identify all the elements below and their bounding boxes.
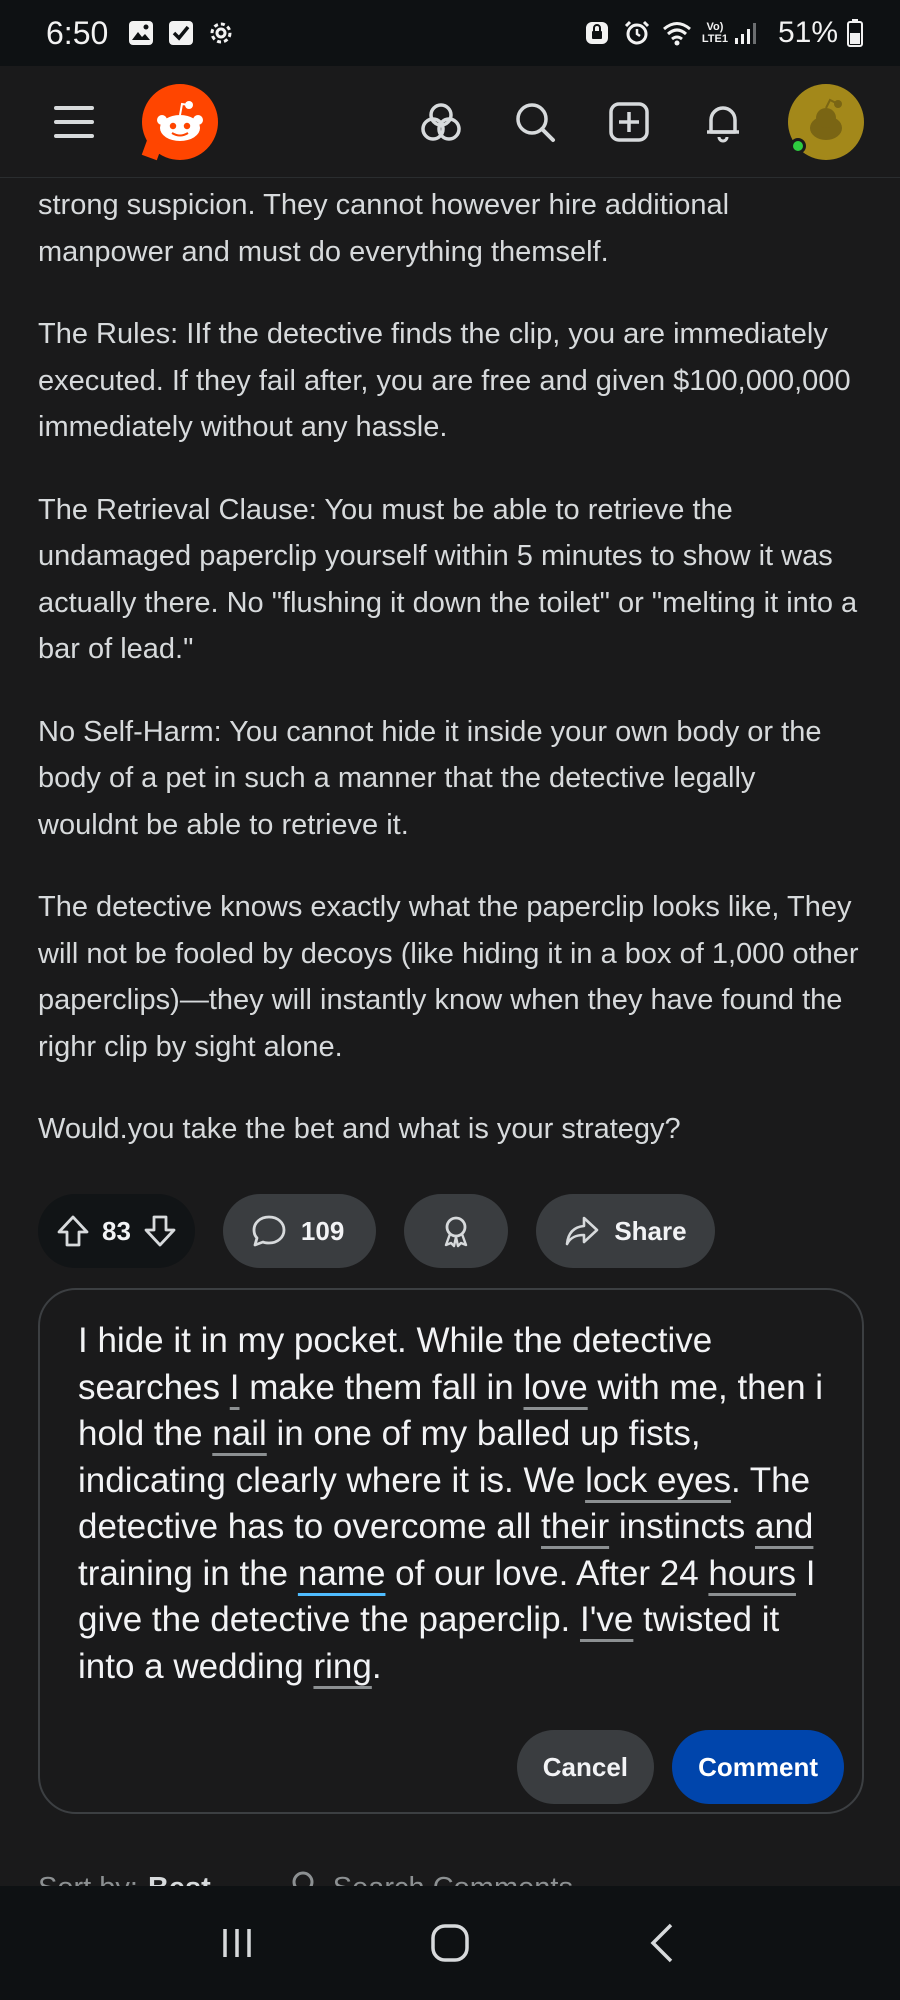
- downvote-icon[interactable]: [143, 1214, 177, 1248]
- vote-count: 83: [102, 1215, 131, 1246]
- flagged-word: name: [297, 1553, 386, 1593]
- alarm-icon: [622, 18, 652, 48]
- create-post-icon[interactable]: [604, 97, 654, 147]
- comments-button[interactable]: 109: [222, 1194, 377, 1268]
- network-type: Vo) LTE1: [702, 21, 728, 45]
- flagged-word: nail: [212, 1414, 267, 1453]
- comment-count: 109: [300, 1215, 345, 1246]
- search-comments[interactable]: Search Comments: [291, 1870, 573, 1886]
- comment-text-segment: instincts: [609, 1507, 755, 1546]
- reddit-logo[interactable]: [142, 83, 218, 160]
- share-arrow-icon: [564, 1215, 600, 1247]
- back-icon[interactable]: [633, 1913, 693, 1973]
- checkbox-notification-icon: [166, 18, 196, 48]
- vote-control: 83: [38, 1194, 195, 1268]
- comment-submit-button[interactable]: Comment: [672, 1730, 844, 1804]
- notifications-icon[interactable]: [698, 97, 748, 147]
- award-button[interactable]: [404, 1194, 509, 1268]
- post-paragraph: Would.you take the bet and what is your …: [38, 1113, 681, 1145]
- share-label: Share: [614, 1215, 687, 1246]
- battery-icon: [846, 18, 864, 48]
- app-header: [0, 66, 900, 178]
- search-comments-icon: [291, 1870, 319, 1886]
- recent-apps-icon[interactable]: [207, 1913, 267, 1973]
- comment-bubble-icon: [251, 1214, 287, 1248]
- lock-app-icon: [582, 18, 612, 48]
- cancel-button[interactable]: Cancel: [516, 1730, 654, 1804]
- post-body: strong suspicion. They cannot however hi…: [0, 182, 900, 1153]
- comment-composer[interactable]: I hide it in my pocket. While the detect…: [38, 1288, 864, 1814]
- sort-dropdown[interactable]: Best: [148, 1872, 211, 1887]
- post-content-area: strong suspicion. They cannot however hi…: [0, 178, 900, 1886]
- comment-sort-bar: Sort by: Best Search Comments: [38, 1870, 573, 1886]
- flagged-word: their: [541, 1507, 610, 1546]
- avatar[interactable]: [788, 83, 864, 160]
- comment-input[interactable]: I hide it in my pocket. While the detect…: [78, 1318, 838, 1690]
- system-nav-bar: [0, 1886, 900, 2000]
- post-paragraph: No Self-Harm: You cannot hide it inside …: [38, 715, 822, 841]
- gallery-icon: [126, 18, 156, 48]
- flagged-word: love: [523, 1367, 588, 1407]
- network-lte-label: LTE1: [701, 33, 728, 45]
- status-time: 6:50: [46, 14, 109, 51]
- comment-text-segment: make them fall in: [239, 1367, 524, 1407]
- flagged-word: and: [755, 1507, 814, 1546]
- comment-text-segment: training in the: [78, 1553, 298, 1593]
- network-volte-label: Vo): [706, 21, 724, 33]
- signal-strength-icon: [732, 18, 762, 48]
- post-paragraph: The detective knows exactly what the pap…: [38, 891, 859, 1063]
- share-button[interactable]: Share: [536, 1194, 715, 1268]
- settings-gear-icon: [206, 18, 236, 48]
- wifi-icon: [662, 18, 692, 48]
- menu-icon[interactable]: [52, 100, 96, 144]
- award-icon: [439, 1214, 473, 1248]
- status-bar: 6:50 Vo) LTE1 51%: [0, 0, 900, 66]
- communities-icon[interactable]: [416, 97, 466, 147]
- post-paragraph: strong suspicion. They cannot however hi…: [38, 189, 730, 268]
- post-action-bar: 83 109 Share: [38, 1194, 743, 1268]
- post-paragraph: The Retrieval Clause: You must be able t…: [38, 493, 858, 666]
- flagged-word: hours: [708, 1553, 796, 1593]
- comment-text-segment: .: [371, 1646, 382, 1686]
- search-icon[interactable]: [510, 97, 560, 147]
- upvote-icon[interactable]: [56, 1214, 90, 1248]
- search-comments-label: Search Comments: [333, 1872, 573, 1887]
- flagged-word: lock eyes: [585, 1460, 731, 1500]
- online-indicator-icon: [790, 137, 806, 154]
- battery-percentage: 51%: [777, 16, 838, 49]
- home-icon[interactable]: [420, 1913, 480, 1973]
- sort-label: Sort by:: [38, 1872, 138, 1887]
- flagged-word: ring: [313, 1646, 372, 1686]
- comment-text-segment: of our love. After 24: [385, 1553, 709, 1593]
- flagged-word: I've: [579, 1600, 634, 1639]
- post-paragraph: The Rules: IIf the detective finds the c…: [38, 318, 851, 443]
